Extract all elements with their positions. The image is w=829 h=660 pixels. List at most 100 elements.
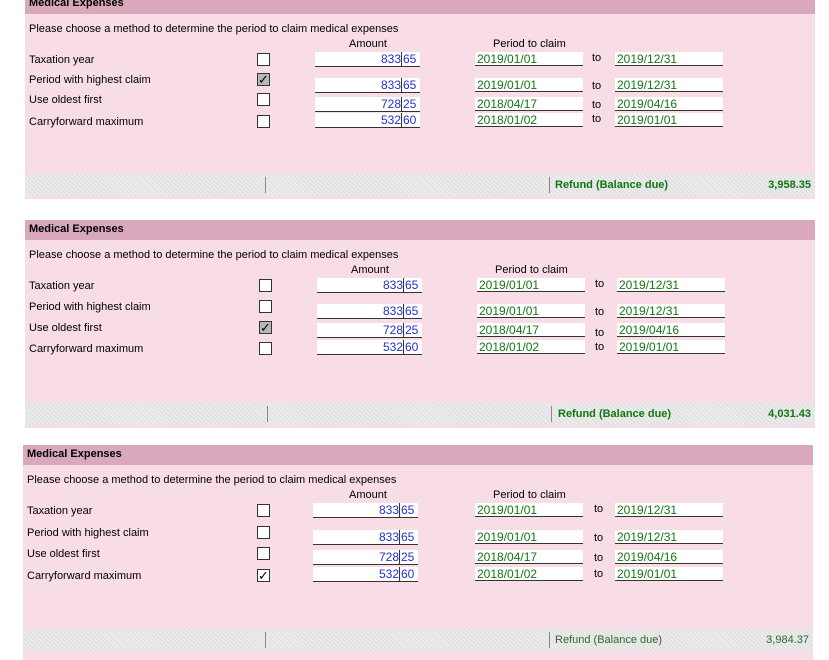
row-label-highest-claim: Period with highest claim	[29, 301, 151, 313]
section-title: Medical Expenses	[27, 448, 122, 460]
to-date-taxation-year[interactable]: 2019/12/31	[615, 52, 723, 66]
divider	[265, 177, 266, 193]
to-date-carryforward[interactable]: 2019/01/01	[617, 340, 725, 354]
refund-label: Refund (Balance due)	[555, 179, 669, 191]
amount-column-header: Amount	[349, 38, 387, 50]
from-date-taxation-year[interactable]: 2019/01/01	[477, 278, 585, 292]
row-label-oldest-first: Use oldest first	[27, 548, 100, 560]
from-date-carryforward[interactable]: 2018/01/02	[475, 567, 583, 581]
refund-value: 3,984.37	[766, 634, 809, 646]
amount-dollars: 532	[315, 113, 402, 127]
amount-dollars: 532	[317, 340, 404, 354]
from-date-oldest-first[interactable]: 2018/04/17	[475, 550, 583, 564]
amount-field-taxation-year[interactable]: 833 65	[317, 278, 422, 293]
to-date-carryforward[interactable]: 2019/01/01	[615, 567, 723, 581]
checkbox-highest-claim[interactable]	[257, 526, 270, 539]
amount-field-taxation-year[interactable]: 833 65	[315, 52, 420, 67]
medical-expenses-panel-3: Medical Expenses Please choose a method …	[23, 445, 813, 660]
amount-field-carryforward[interactable]: 532 60	[315, 113, 420, 128]
from-date-highest-claim[interactable]: 2019/01/01	[475, 530, 583, 544]
checkbox-taxation-year[interactable]	[257, 53, 270, 66]
to-label: to	[594, 552, 604, 564]
from-date-taxation-year[interactable]: 2019/01/01	[475, 503, 583, 517]
checkbox-highest-claim[interactable]	[259, 300, 272, 313]
to-date-highest-claim[interactable]: 2019/12/31	[617, 304, 725, 318]
amount-cents: 25	[401, 550, 415, 564]
checkbox-taxation-year[interactable]	[257, 504, 270, 517]
amount-field-oldest-first[interactable]: 728 25	[313, 550, 418, 565]
checkbox-highest-claim[interactable]: ✓	[257, 73, 270, 86]
row-label-carryforward: Carryforward maximum	[27, 570, 142, 582]
row-label-carryforward: Carryforward maximum	[29, 343, 144, 355]
from-date-carryforward[interactable]: 2018/01/02	[475, 113, 583, 127]
medical-expenses-panel-2: Medical Expenses Please choose a method …	[25, 220, 815, 428]
to-date-carryforward[interactable]: 2019/01/01	[615, 113, 723, 127]
amount-dollars: 728	[315, 97, 402, 111]
to-label: to	[592, 99, 602, 111]
to-label: to	[594, 568, 604, 580]
to-date-highest-claim[interactable]: 2019/12/31	[615, 530, 723, 544]
amount-field-carryforward[interactable]: 532 60	[317, 340, 422, 355]
from-date-highest-claim[interactable]: 2019/01/01	[477, 304, 585, 318]
divider	[267, 406, 268, 422]
to-label: to	[595, 327, 605, 339]
amount-field-oldest-first[interactable]: 728 25	[317, 323, 422, 338]
to-date-oldest-first[interactable]: 2019/04/16	[617, 323, 725, 337]
section-header: Medical Expenses	[25, 0, 815, 14]
from-date-oldest-first[interactable]: 2018/04/17	[477, 323, 585, 337]
to-label: to	[594, 503, 604, 515]
period-column-header: Period to claim	[493, 489, 566, 501]
from-date-highest-claim[interactable]: 2019/01/01	[475, 78, 583, 92]
amount-cents: 60	[401, 567, 415, 581]
amount-dollars: 833	[313, 503, 400, 517]
to-date-taxation-year[interactable]: 2019/12/31	[615, 503, 723, 517]
checkbox-carryforward[interactable]	[257, 115, 270, 128]
to-date-oldest-first[interactable]: 2019/04/16	[615, 97, 723, 111]
amount-cents: 65	[405, 278, 419, 292]
amount-column-header: Amount	[349, 489, 387, 501]
amount-field-highest-claim[interactable]: 833 65	[315, 78, 420, 93]
amount-dollars: 728	[317, 323, 404, 337]
row-label-carryforward: Carryforward maximum	[29, 116, 144, 128]
checkbox-carryforward[interactable]	[259, 342, 272, 355]
refund-value: 4,031.43	[768, 408, 811, 420]
to-label: to	[595, 341, 605, 353]
to-label: to	[595, 278, 605, 290]
checkbox-taxation-year[interactable]	[259, 279, 272, 292]
to-date-highest-claim[interactable]: 2019/12/31	[615, 78, 723, 92]
to-label: to	[592, 113, 602, 125]
checkbox-oldest-first[interactable]	[257, 547, 270, 560]
amount-field-oldest-first[interactable]: 728 25	[315, 97, 420, 112]
refund-footer: Refund (Balance due) 3,984.37	[23, 629, 813, 651]
checkbox-carryforward[interactable]: ✓	[257, 569, 270, 582]
amount-cents: 25	[405, 323, 419, 337]
to-label: to	[592, 52, 602, 64]
from-date-taxation-year[interactable]: 2019/01/01	[475, 52, 583, 66]
divider	[265, 632, 266, 648]
row-label-taxation-year: Taxation year	[29, 280, 95, 292]
amount-field-highest-claim[interactable]: 833 65	[313, 530, 418, 545]
section-title: Medical Expenses	[29, 0, 124, 9]
from-date-carryforward[interactable]: 2018/01/02	[477, 340, 585, 354]
row-label-oldest-first: Use oldest first	[29, 94, 102, 106]
checkbox-oldest-first[interactable]: ✓	[259, 321, 272, 334]
amount-cents: 60	[403, 113, 417, 127]
to-label: to	[592, 80, 602, 92]
amount-cents: 65	[403, 78, 417, 92]
from-date-oldest-first[interactable]: 2018/04/17	[475, 97, 583, 111]
amount-dollars: 833	[317, 278, 404, 292]
amount-field-highest-claim[interactable]: 833 65	[317, 304, 422, 319]
amount-field-carryforward[interactable]: 532 60	[313, 567, 418, 582]
amount-field-taxation-year[interactable]: 833 65	[313, 503, 418, 518]
period-column-header: Period to claim	[493, 38, 566, 50]
row-label-oldest-first: Use oldest first	[29, 322, 102, 334]
amount-cents: 25	[403, 97, 417, 111]
row-label-taxation-year: Taxation year	[27, 505, 93, 517]
to-date-taxation-year[interactable]: 2019/12/31	[617, 278, 725, 292]
amount-dollars: 532	[313, 567, 400, 581]
amount-cents: 65	[403, 52, 417, 66]
to-date-oldest-first[interactable]: 2019/04/16	[615, 550, 723, 564]
checkbox-oldest-first[interactable]	[257, 93, 270, 106]
refund-label: Refund (Balance due)	[555, 634, 663, 646]
divider	[549, 177, 550, 193]
